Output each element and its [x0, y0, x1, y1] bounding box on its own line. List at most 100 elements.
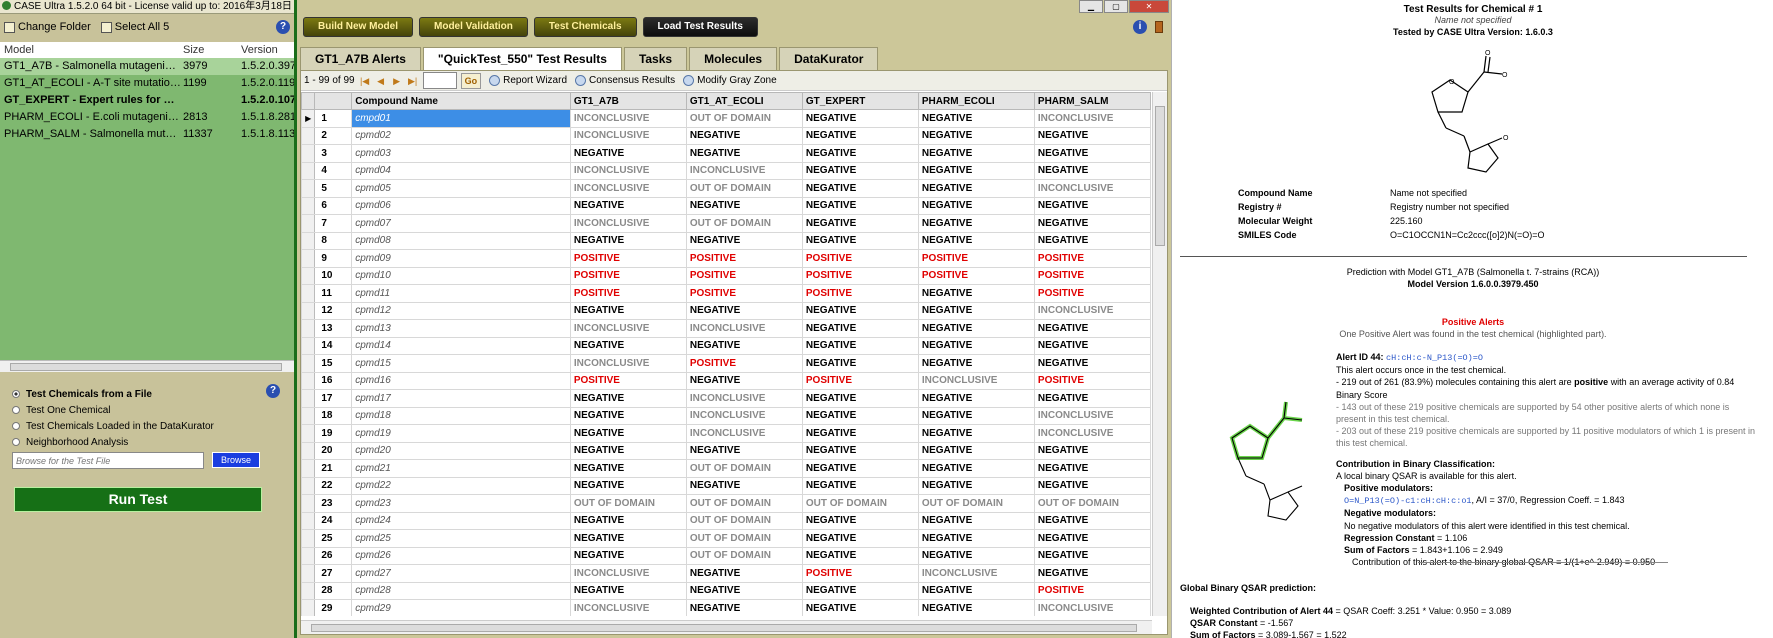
pharm-ecoli-result-cell[interactable]: INCONCLUSIVE [917, 371, 1035, 390]
gt1-at-ecoli-result-cell[interactable]: INCONCLUSIVE [685, 319, 803, 338]
compound-name-cell[interactable]: cpmd29 [351, 599, 571, 616]
gt1-a7b-result-cell[interactable]: NEGATIVE [569, 529, 687, 548]
column-header-model[interactable]: Model [0, 42, 181, 58]
gt1-a7b-result-cell[interactable]: NEGATIVE [569, 196, 687, 215]
pharm-ecoli-result-cell[interactable]: NEGATIVE [917, 459, 1035, 478]
table-row[interactable]: 7 cpmd07 INCONCLUSIVE OUT OF DOMAIN NEGATIVE… [301, 214, 1152, 233]
gt-expert-result-cell[interactable]: NEGATIVE [801, 161, 919, 180]
alert-smarts[interactable]: cH:cH:c-N_P13(=O)=O [1386, 353, 1483, 363]
compound-name-cell[interactable]: cpmd03 [351, 144, 571, 163]
column-header-size[interactable]: Size [181, 42, 239, 58]
pharm-ecoli-result-cell[interactable]: NEGATIVE [917, 109, 1035, 128]
pharm-ecoli-result-cell[interactable]: NEGATIVE [917, 336, 1035, 355]
gt1-a7b-result-cell[interactable]: OUT OF DOMAIN [569, 494, 687, 513]
table-row[interactable]: 24 cpmd24 NEGATIVE OUT OF DOMAIN NEGATIVE NEG… [301, 511, 1152, 530]
compound-name-cell[interactable]: cpmd07 [351, 214, 571, 233]
gt-expert-result-cell[interactable]: NEGATIVE [801, 301, 919, 320]
gt1-at-ecoli-result-cell[interactable]: OUT OF DOMAIN [685, 109, 803, 128]
gt-expert-result-cell[interactable]: NEGATIVE [801, 441, 919, 460]
compound-name-cell[interactable]: cpmd04 [351, 161, 571, 180]
row-indicator[interactable] [301, 179, 316, 198]
row-indicator[interactable] [301, 249, 316, 268]
compound-name-cell[interactable]: cpmd06 [351, 196, 571, 215]
column-header-pharm-salm[interactable]: PHARM_SALM [1033, 92, 1152, 110]
gt-expert-result-cell[interactable]: POSITIVE [801, 371, 919, 390]
change-folder-button[interactable]: Change Folder [4, 21, 91, 33]
row-indicator[interactable] [301, 231, 316, 250]
compound-name-cell[interactable]: cpmd09 [351, 249, 571, 268]
gt-expert-result-cell[interactable]: NEGATIVE [801, 231, 919, 250]
table-row[interactable]: 27 cpmd27 INCONCLUSIVE NEGATIVE POSITIVE INCO… [301, 564, 1152, 583]
compound-name-cell[interactable]: cpmd12 [351, 301, 571, 320]
gt1-a7b-result-cell[interactable]: NEGATIVE [569, 546, 687, 565]
table-row[interactable]: 8 cpmd08 NEGATIVE NEGATIVE NEGATIVE NEGATIVE N… [301, 231, 1152, 250]
close-icon[interactable]: ✕ [1129, 0, 1169, 13]
gt-expert-result-cell[interactable]: NEGATIVE [801, 144, 919, 163]
pharm-salm-result-cell[interactable]: NEGATIVE [1033, 389, 1152, 408]
compound-name-cell[interactable]: cpmd26 [351, 546, 571, 565]
row-indicator[interactable] [301, 354, 316, 373]
gt1-a7b-result-cell[interactable]: NEGATIVE [569, 459, 687, 478]
pharm-salm-result-cell[interactable]: NEGATIVE [1033, 144, 1152, 163]
report-wizard-toggle[interactable]: Report Wizard [489, 75, 567, 86]
pharm-ecoli-result-cell[interactable]: NEGATIVE [917, 179, 1035, 198]
gt1-a7b-result-cell[interactable]: INCONCLUSIVE [569, 109, 687, 128]
gt1-at-ecoli-result-cell[interactable]: OUT OF DOMAIN [685, 511, 803, 530]
column-header-gt-expert[interactable]: GT_EXPERT [801, 92, 919, 110]
pharm-ecoli-result-cell[interactable]: NEGATIVE [917, 126, 1035, 145]
pharm-salm-result-cell[interactable]: NEGATIVE [1033, 511, 1152, 530]
gt1-a7b-result-cell[interactable]: INCONCLUSIVE [569, 126, 687, 145]
gt1-at-ecoli-result-cell[interactable]: NEGATIVE [685, 581, 803, 600]
gt1-a7b-result-cell[interactable]: NEGATIVE [569, 424, 687, 443]
gt1-at-ecoli-result-cell[interactable]: POSITIVE [685, 284, 803, 303]
row-indicator[interactable] [301, 581, 316, 600]
gt-expert-result-cell[interactable]: NEGATIVE [801, 109, 919, 128]
tab-tasks[interactable]: Tasks [623, 47, 688, 70]
compound-name-cell[interactable]: cpmd17 [351, 389, 571, 408]
compound-name-cell[interactable]: cpmd02 [351, 126, 571, 145]
gt1-a7b-result-cell[interactable]: NEGATIVE [569, 476, 687, 495]
gt-expert-result-cell[interactable]: POSITIVE [801, 564, 919, 583]
pharm-salm-result-cell[interactable]: NEGATIVE [1033, 196, 1152, 215]
pharm-ecoli-result-cell[interactable]: POSITIVE [917, 266, 1035, 285]
pharm-ecoli-result-cell[interactable]: NEGATIVE [917, 546, 1035, 565]
pharm-salm-result-cell[interactable]: NEGATIVE [1033, 459, 1152, 478]
pharm-ecoli-result-cell[interactable]: NEGATIVE [917, 511, 1035, 530]
tab-test-results[interactable]: "QuickTest_550" Test Results [422, 47, 622, 71]
pharm-ecoli-result-cell[interactable]: NEGATIVE [917, 599, 1035, 616]
table-row[interactable]: 20 cpmd20 NEGATIVE NEGATIVE NEGATIVE NEGATIVE… [301, 441, 1152, 460]
gt-expert-result-cell[interactable]: NEGATIVE [801, 406, 919, 425]
gt1-at-ecoli-result-cell[interactable]: NEGATIVE [685, 126, 803, 145]
pharm-salm-result-cell[interactable]: POSITIVE [1033, 581, 1152, 600]
tab-molecules[interactable]: Molecules [689, 47, 778, 70]
gt1-at-ecoli-result-cell[interactable]: OUT OF DOMAIN [685, 529, 803, 548]
pharm-ecoli-result-cell[interactable]: NEGATIVE [917, 476, 1035, 495]
row-indicator[interactable] [301, 459, 316, 478]
gt1-at-ecoli-result-cell[interactable]: NEGATIVE [685, 476, 803, 495]
row-indicator[interactable] [301, 406, 316, 425]
pharm-ecoli-result-cell[interactable]: NEGATIVE [917, 301, 1035, 320]
column-header-pharm-ecoli[interactable]: PHARM_ECOLI [917, 92, 1035, 110]
gt1-at-ecoli-result-cell[interactable]: POSITIVE [685, 249, 803, 268]
row-indicator[interactable] [301, 441, 316, 460]
gt1-at-ecoli-result-cell[interactable]: OUT OF DOMAIN [685, 546, 803, 565]
pharm-salm-result-cell[interactable]: POSITIVE [1033, 266, 1152, 285]
row-indicator[interactable] [301, 319, 316, 338]
pharm-salm-result-cell[interactable]: POSITIVE [1033, 371, 1152, 390]
table-row[interactable]: 2 cpmd02 INCONCLUSIVE NEGATIVE NEGATIVE NEGAT… [301, 126, 1152, 145]
table-row[interactable]: 16 cpmd16 POSITIVE NEGATIVE POSITIVE INCONCLU… [301, 371, 1152, 390]
compound-name-cell[interactable]: cpmd13 [351, 319, 571, 338]
positive-modulator-smarts[interactable]: O=N_P13(=O)-c1:cH:cH:c:o1 [1344, 496, 1472, 506]
compound-name-cell[interactable]: cpmd15 [351, 354, 571, 373]
gt-expert-result-cell[interactable]: NEGATIVE [801, 546, 919, 565]
compound-name-cell[interactable]: cpmd23 [351, 494, 571, 513]
table-row[interactable]: 9 cpmd09 POSITIVE POSITIVE POSITIVE POSITIVE P… [301, 249, 1152, 268]
row-indicator[interactable] [301, 161, 316, 180]
maximize-icon[interactable]: ▢ [1104, 0, 1128, 13]
row-indicator[interactable] [301, 144, 316, 163]
gt1-at-ecoli-result-cell[interactable]: OUT OF DOMAIN [685, 459, 803, 478]
gt-expert-result-cell[interactable]: POSITIVE [801, 284, 919, 303]
table-row[interactable]: 14 cpmd14 NEGATIVE NEGATIVE NEGATIVE NEGATIVE… [301, 336, 1152, 355]
table-row[interactable]: 10 cpmd10 POSITIVE POSITIVE POSITIVE POSITIVE… [301, 266, 1152, 285]
column-header-version[interactable]: Version [239, 42, 294, 58]
